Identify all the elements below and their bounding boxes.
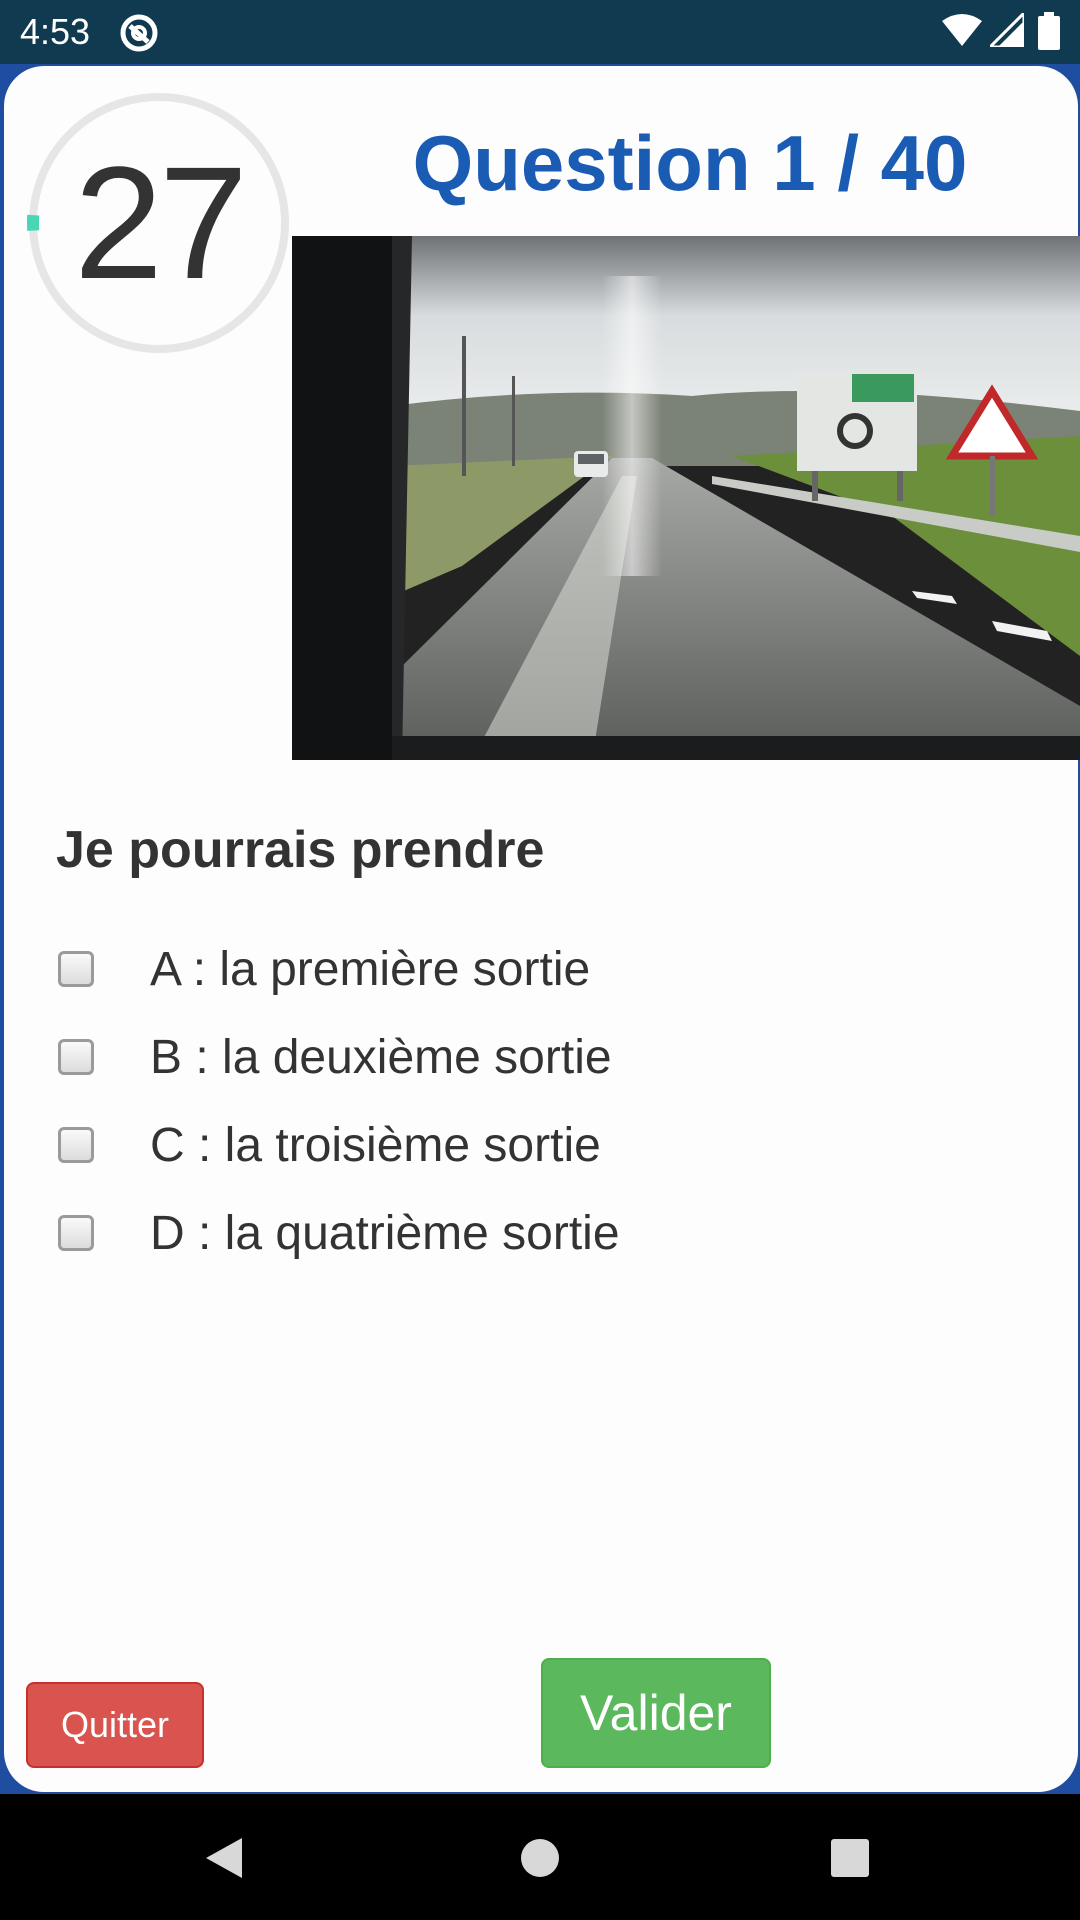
option-d-checkbox[interactable] (58, 1215, 94, 1251)
battery-icon (1038, 12, 1060, 50)
option-a[interactable]: A : la première sortie (56, 925, 1016, 1013)
option-b-label[interactable]: B : la deuxième sortie (150, 1030, 612, 1085)
countdown-timer: 27 (26, 90, 292, 356)
wifi-icon (942, 14, 982, 46)
option-d[interactable]: D : la quatrième sortie (56, 1189, 1016, 1277)
option-c-label[interactable]: C : la troisième sortie (150, 1118, 601, 1173)
option-b[interactable]: B : la deuxième sortie (56, 1013, 1016, 1101)
option-a-label[interactable]: A : la première sortie (150, 942, 590, 997)
question-counter: Question 1 / 40 (412, 119, 968, 207)
home-icon[interactable] (520, 1838, 560, 1878)
status-bar: 4:53 (0, 0, 1080, 64)
timer-value: 27 (74, 133, 248, 312)
option-d-label[interactable]: D : la quatrième sortie (150, 1206, 620, 1261)
status-time: 4:53 (20, 11, 91, 52)
sync-icon (120, 14, 158, 52)
answer-options: A : la première sortie B : la deuxième s… (56, 925, 1016, 1277)
option-b-checkbox[interactable] (58, 1039, 94, 1075)
submit-button[interactable]: Valider (541, 1658, 771, 1768)
recents-icon[interactable] (830, 1838, 870, 1878)
question-photo (292, 236, 1080, 760)
signal-icon (990, 13, 1024, 47)
question-prompt: Je pourrais prendre (56, 821, 545, 879)
back-icon[interactable] (204, 1836, 244, 1880)
quit-button[interactable]: Quitter (26, 1682, 204, 1768)
option-c[interactable]: C : la troisième sortie (56, 1101, 1016, 1189)
option-a-checkbox[interactable] (58, 951, 94, 987)
option-c-checkbox[interactable] (58, 1127, 94, 1163)
